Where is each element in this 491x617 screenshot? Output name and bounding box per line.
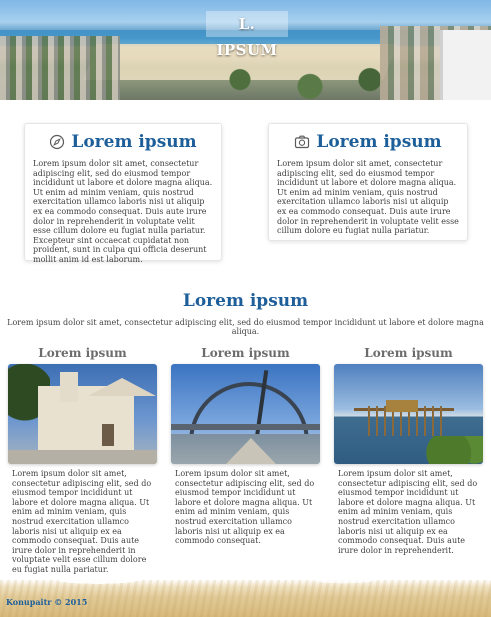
card-text: Lorem ipsum dolor sit amet, consectetur …: [33, 159, 213, 264]
trabocco-photo[interactable]: [334, 364, 483, 464]
section-title: Lorem ipsum: [182, 291, 309, 311]
card-header: Lorem ipsum: [33, 131, 213, 153]
church-photo[interactable]: [8, 364, 157, 464]
feature-card-1: Lorem ipsum Lorem ipsum dolor sit amet, …: [24, 123, 222, 264]
feature-card-2: Lorem ipsum Lorem ipsum dolor sit amet, …: [268, 123, 468, 241]
column-text: Lorem ipsum dolor sit amet, consectetur …: [175, 469, 315, 546]
camera-icon: [294, 134, 310, 150]
copyright-text: Konupaitr © 2015: [6, 597, 88, 607]
bell-tower: [60, 372, 78, 402]
building-right: [440, 30, 491, 100]
fishing-hut: [386, 400, 418, 412]
card-header: Lorem ipsum: [277, 131, 459, 153]
church-facade: [38, 386, 134, 454]
gallery-column-3: Lorem ipsum Lorem ipsum dolor sit amet, …: [334, 346, 483, 555]
bridge-deck: [171, 424, 320, 430]
column-heading: Lorem ipsum: [38, 346, 127, 360]
church-roof: [88, 378, 156, 396]
column-heading: Lorem ipsum: [201, 346, 290, 360]
bridge-photo[interactable]: [171, 364, 320, 464]
bridge-arch: [189, 382, 309, 442]
site-logo-title[interactable]: L. IPSUM: [206, 11, 288, 59]
gallery-column-1: Lorem ipsum Lorem ipsum dolor sit amet, …: [8, 346, 157, 575]
trees: [200, 66, 400, 100]
walkway: [226, 438, 276, 464]
column-heading: Lorem ipsum: [364, 346, 453, 360]
compass-icon: [49, 134, 65, 150]
hero-banner: L. IPSUM: [0, 0, 491, 100]
column-text: Lorem ipsum dolor sit amet, consectetur …: [338, 469, 478, 555]
ground: [8, 450, 157, 464]
section-subtitle: Lorem ipsum dolor sit amet, consectetur …: [7, 318, 484, 336]
church-door: [102, 424, 114, 446]
gallery-column-2: Lorem ipsum Lorem ipsum dolor sit amet, …: [171, 346, 320, 546]
city-left: [0, 36, 120, 100]
card-text: Lorem ipsum dolor sit amet, consectetur …: [277, 159, 459, 236]
card-heading: Lorem ipsum: [316, 132, 442, 152]
column-text: Lorem ipsum dolor sit amet, consectetur …: [12, 469, 152, 574]
card-heading: Lorem ipsum: [71, 132, 197, 152]
bush: [426, 436, 483, 464]
